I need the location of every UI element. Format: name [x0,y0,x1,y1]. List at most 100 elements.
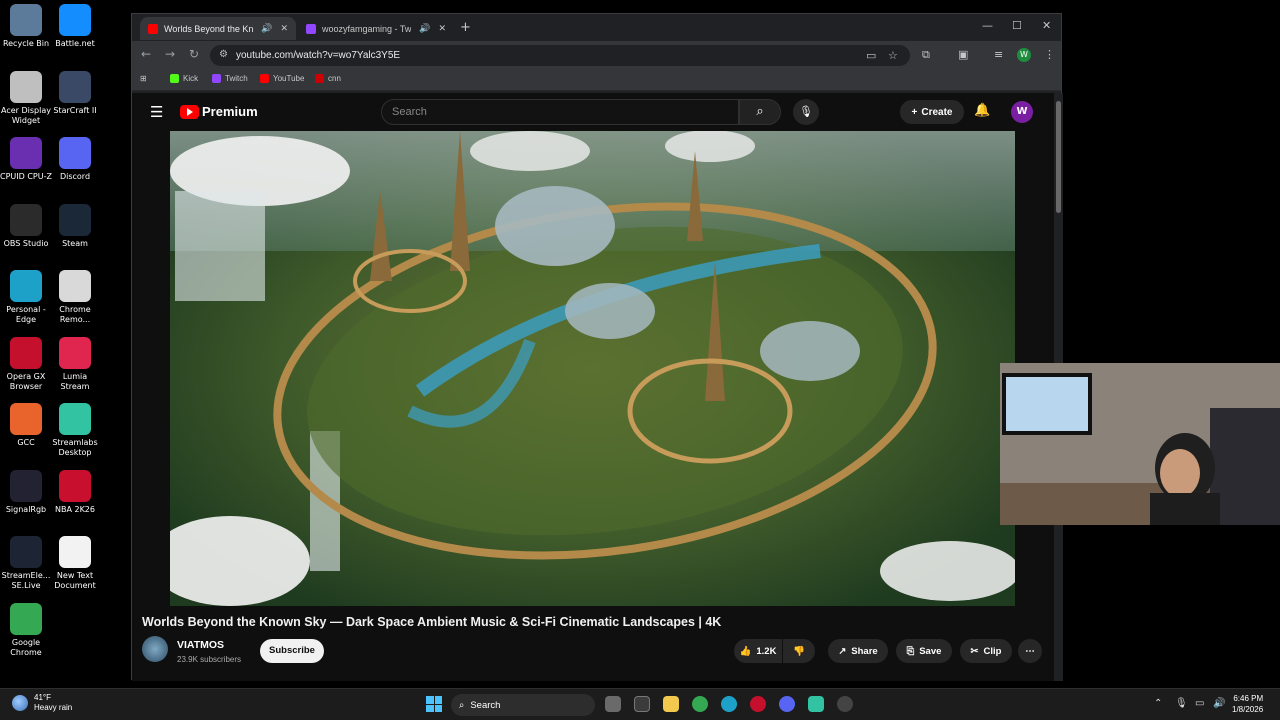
bookmark-kick[interactable]: Kick [170,74,198,83]
desktop-icon[interactable]: StreamEle... SE.Live [0,536,53,591]
close-tab-icon[interactable]: ✕ [280,23,288,34]
extensions-icon[interactable]: ⧉ [922,48,930,62]
forward-icon[interactable]: → [165,47,175,61]
search-button[interactable]: ⌕ [739,99,781,125]
desktop-icon[interactable]: StarCraft II [48,70,102,116]
bookmark-label: cnn [328,74,341,83]
reload-icon[interactable]: ↻ [189,47,199,61]
scrollbar-thumb[interactable] [1056,101,1061,213]
edge-icon [10,270,42,302]
channel-name[interactable]: VIATMOS [177,639,224,651]
video-player[interactable] [170,131,1015,606]
desktop-icon[interactable]: Streamlabs Desktop [48,403,102,458]
save-button[interactable]: ⎘ Save [896,639,952,663]
streamlabs-icon [59,403,91,435]
menu-kebab-icon[interactable]: ⋮ [1044,48,1055,61]
bookmark-label: YouTube [273,74,305,83]
close-tab-icon[interactable]: ✕ [438,23,446,34]
minimize-icon[interactable]: — [982,19,993,32]
address-bar[interactable]: ⚙ youtube.com/watch?v=wo7Yalc3Y5E ▭ ☆ [210,45,910,66]
desktop-icon[interactable]: Lumia Stream [48,336,102,392]
bookmark-twitch[interactable]: Twitch [212,74,248,83]
bookmarks-bar: ⊞ Kick Twitch YouTube cnn [132,69,1061,91]
desktop-icon[interactable]: OBS Studio [0,203,53,249]
bookmark-star-icon[interactable]: ☆ [888,49,898,62]
dislike-button[interactable]: 👎 [783,639,815,663]
close-window-icon[interactable]: ✕ [1042,19,1051,32]
like-button[interactable]: 👍 1.2K [734,639,782,663]
streamlabs-icon[interactable] [808,696,824,712]
desktop-icon[interactable]: Battle.net [48,4,102,49]
task-view-icon[interactable] [605,696,621,712]
desktop-icon[interactable]: Discord [48,137,102,182]
bookmark-youtube[interactable]: YouTube [260,74,304,83]
desktop-icons: Recycle Bin Battle.net Acer Display Widget… [0,0,110,680]
notifications-bell-icon[interactable]: 🔔 [974,103,990,118]
windows-start-icon[interactable] [426,696,442,712]
speaker-icon[interactable]: 🔊 [261,23,272,34]
tray-chevron-icon[interactable]: ⌃ [1154,698,1162,709]
desktop-icon[interactable]: Opera GX Browser [0,336,53,392]
weather-widget[interactable]: 41°F Heavy rain [12,693,72,713]
widgets-icon[interactable] [634,696,650,712]
clip-button[interactable]: ✂ Clip [960,639,1012,663]
share-button[interactable]: ↗ Share [828,639,888,663]
desktop-icon[interactable]: SignalRgb [0,469,53,515]
create-button[interactable]: + Create [900,100,964,124]
voice-search-button[interactable]: 🎙 [793,99,819,125]
edge-icon[interactable] [721,696,737,712]
bookmark-cnn[interactable]: cnn [315,74,341,83]
media-controls-icon[interactable]: ≡ [994,48,1003,61]
display-icon[interactable]: ▭ [1195,698,1204,709]
desktop-icon[interactable]: Chrome Remo... [48,270,102,325]
obs-icon[interactable] [837,696,853,712]
desktop-icon[interactable]: Recycle Bin [0,4,53,49]
maximize-icon[interactable]: ☐ [1012,19,1022,32]
thumbs-up-icon: 👍 [739,645,752,657]
discord-icon[interactable] [779,696,795,712]
desktop-icon[interactable]: New Text Document [48,536,102,591]
apps-grid-icon[interactable]: ⊞ [140,74,147,83]
desktop-icon[interactable]: NBA 2K26 [48,469,102,515]
tab-twitch[interactable]: woozyfamgaming - Twitch 🔊 ✕ [298,17,454,40]
hamburger-menu-icon[interactable]: ☰ [150,103,163,121]
chrome-icon[interactable] [692,696,708,712]
desktop-icon-label: Streamlabs Desktop [52,438,98,457]
site-info-icon[interactable]: ⚙ [219,49,228,60]
account-avatar[interactable]: W [1011,101,1033,123]
desktop-icon[interactable]: Personal - Edge [0,270,53,325]
tab-youtube[interactable]: Worlds Beyond the Known 🔊 ✕ [140,17,296,40]
lumia-icon [59,336,91,369]
file-explorer-icon[interactable] [663,696,679,712]
back-icon[interactable]: ← [141,47,151,61]
browser-window: Worlds Beyond the Known 🔊 ✕ woozyfamgami… [131,13,1063,681]
opera-gx-icon[interactable] [750,696,766,712]
youtube-page: ☰ Premium Search ⌕ 🎙 + Create 🔔 W Worlds… [132,93,1054,681]
desktop-icon[interactable]: Google Chrome [0,602,53,658]
youtube-logo[interactable]: Premium [180,104,258,119]
microphone-icon[interactable]: 🎙 [1175,698,1188,709]
taskbar-search[interactable]: ⌕ Search [451,694,595,716]
search-input[interactable]: Search [381,99,739,125]
desktop-icon[interactable]: Steam [48,203,102,249]
system-clock[interactable]: 6:46 PM 1/8/2026 [1232,693,1263,715]
volume-icon[interactable]: 🔊 [1213,698,1225,709]
profile-avatar[interactable]: W [1017,48,1031,62]
new-tab-button[interactable]: + [460,20,471,35]
desktop-icon[interactable]: Acer Display Widget [0,70,53,126]
share-icon: ↗ [838,645,847,657]
starcraft-icon [59,70,91,103]
desktop-icon[interactable]: CPUID CPU-Z [0,137,53,182]
clock-date: 1/8/2026 [1232,705,1264,714]
youtube-play-icon [180,104,199,119]
subscribe-button[interactable]: Subscribe [260,639,324,663]
desktop-icon[interactable]: GCC [0,403,53,448]
more-actions-button[interactable]: ⋯ [1018,639,1042,663]
cast-icon[interactable]: ▭ [866,49,876,62]
desktop-icon-label: Acer Display Widget [1,105,51,125]
speaker-icon[interactable]: 🔊 [419,23,430,34]
side-panel-icon[interactable]: ▣ [958,48,968,61]
desktop-icon-label: GCC [17,438,35,447]
channel-avatar[interactable] [142,636,168,662]
discord-icon [59,137,91,169]
